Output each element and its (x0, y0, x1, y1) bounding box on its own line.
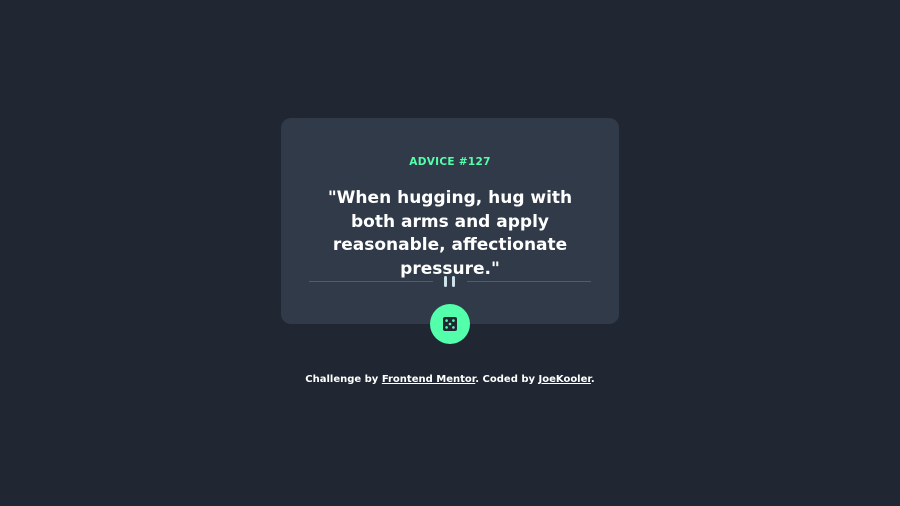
pause-icon (444, 276, 456, 288)
frontend-mentor-link[interactable]: Frontend Mentor (382, 374, 475, 385)
attribution-end-text: . (590, 374, 595, 385)
dice-button[interactable] (430, 304, 470, 344)
attribution-challenge-text: Challenge by (305, 374, 379, 385)
dice-icon (443, 317, 457, 331)
divider-line-right (467, 281, 591, 282)
attribution: Challenge by Frontend Mentor. Coded by J… (0, 374, 900, 385)
author-link[interactable]: JoeKooler (539, 374, 591, 385)
advice-number: 127 (467, 156, 491, 168)
pattern-divider (309, 275, 591, 289)
attribution-coded-text: . Coded by (475, 374, 536, 385)
divider-line-left (309, 281, 433, 282)
advice-quote: "When hugging, hug with both arms and ap… (327, 188, 573, 279)
advice-card: ADVICE #127 "When hugging, hug with both… (281, 118, 619, 324)
advice-label-prefix: ADVICE # (409, 156, 468, 168)
advice-label: ADVICE #127 (281, 156, 619, 168)
